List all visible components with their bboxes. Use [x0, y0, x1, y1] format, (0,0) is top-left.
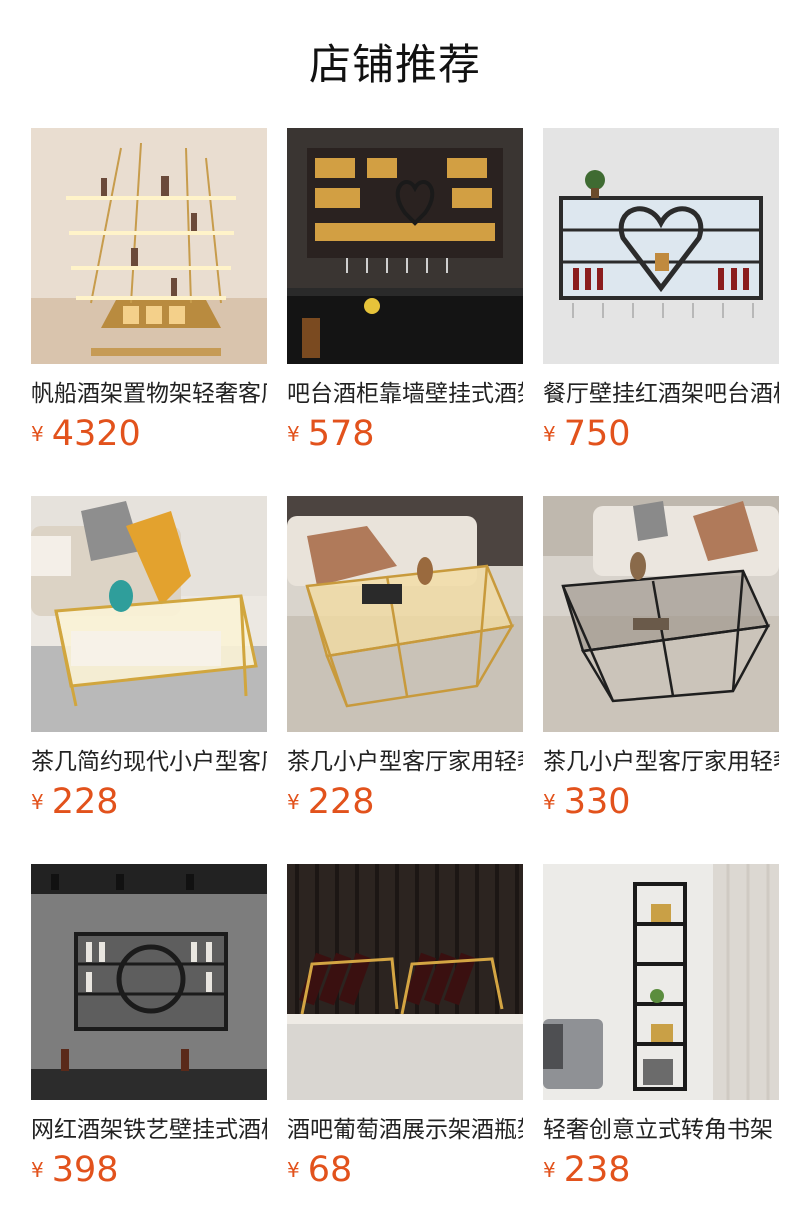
product-card[interactable]: 茶几小户型客厅家用轻奢 ¥228 — [287, 496, 523, 836]
product-name[interactable]: 帆船酒架置物架轻奢客厅 — [31, 378, 267, 410]
price-amount: 578 — [307, 414, 375, 454]
product-price: ¥238 — [543, 1148, 631, 1192]
product-card[interactable]: 网红酒架铁艺壁挂式酒柜 ¥398 — [31, 864, 267, 1204]
product-price: ¥4320 — [31, 412, 141, 456]
product-name[interactable]: 餐厅壁挂红酒架吧台酒柜 — [543, 378, 779, 410]
product-image-bottle-rack[interactable] — [287, 864, 523, 1100]
product-name[interactable]: 茶几小户型客厅家用轻奢 — [543, 746, 779, 778]
currency-symbol: ¥ — [31, 1158, 44, 1182]
product-card[interactable]: 茶几简约现代小户型客厅 ¥228 — [31, 496, 267, 836]
product-image-gold-table[interactable] — [287, 496, 523, 732]
currency-symbol: ¥ — [287, 1158, 300, 1182]
currency-symbol: ¥ — [31, 422, 44, 446]
price-amount: 398 — [51, 1150, 119, 1190]
product-image-bar-cabinet[interactable] — [287, 128, 523, 364]
currency-symbol: ¥ — [287, 422, 300, 446]
currency-symbol: ¥ — [287, 790, 300, 814]
product-image-sailboat-rack[interactable] — [31, 128, 267, 364]
product-price: ¥398 — [31, 1148, 119, 1192]
product-image-heart-rack[interactable] — [543, 128, 779, 364]
price-amount: 238 — [563, 1150, 631, 1190]
product-price: ¥578 — [287, 412, 375, 456]
product-name[interactable]: 茶几简约现代小户型客厅 — [31, 746, 267, 778]
product-card[interactable]: 餐厅壁挂红酒架吧台酒柜 ¥750 — [543, 128, 779, 468]
product-name[interactable]: 网红酒架铁艺壁挂式酒柜 — [31, 1114, 267, 1146]
currency-symbol: ¥ — [543, 790, 556, 814]
product-image-black-table[interactable] — [543, 496, 779, 732]
product-card[interactable]: 帆船酒架置物架轻奢客厅 ¥4320 — [31, 128, 267, 468]
product-image-corner-shelf[interactable] — [543, 864, 779, 1100]
price-amount: 4320 — [51, 414, 141, 454]
product-name[interactable]: 酒吧葡萄酒展示架酒瓶架 — [287, 1114, 523, 1146]
product-name[interactable]: 茶几小户型客厅家用轻奢 — [287, 746, 523, 778]
product-card[interactable]: 酒吧葡萄酒展示架酒瓶架 ¥68 — [287, 864, 523, 1204]
page-title: 店铺推荐 — [308, 40, 481, 89]
product-price: ¥228 — [31, 780, 119, 824]
price-amount: 68 — [307, 1150, 353, 1190]
price-amount: 330 — [563, 782, 631, 822]
product-name[interactable]: 轻奢创意立式转角书架 — [543, 1114, 779, 1146]
product-price: ¥228 — [287, 780, 375, 824]
price-amount: 228 — [307, 782, 375, 822]
currency-symbol: ¥ — [31, 790, 44, 814]
product-image-round-rack[interactable] — [31, 864, 267, 1100]
price-amount: 228 — [51, 782, 119, 822]
product-price: ¥330 — [543, 780, 631, 824]
currency-symbol: ¥ — [543, 422, 556, 446]
product-card[interactable]: 轻奢创意立式转角书架 ¥238 — [543, 864, 779, 1204]
product-image-white-table[interactable] — [31, 496, 267, 732]
product-card[interactable]: 吧台酒柜靠墙壁挂式酒架 ¥578 — [287, 128, 523, 468]
product-price: ¥750 — [543, 412, 631, 456]
product-price: ¥68 — [287, 1148, 352, 1192]
currency-symbol: ¥ — [543, 1158, 556, 1182]
product-card[interactable]: 茶几小户型客厅家用轻奢 ¥330 — [543, 496, 779, 836]
product-name[interactable]: 吧台酒柜靠墙壁挂式酒架 — [287, 378, 523, 410]
price-amount: 750 — [563, 414, 631, 454]
